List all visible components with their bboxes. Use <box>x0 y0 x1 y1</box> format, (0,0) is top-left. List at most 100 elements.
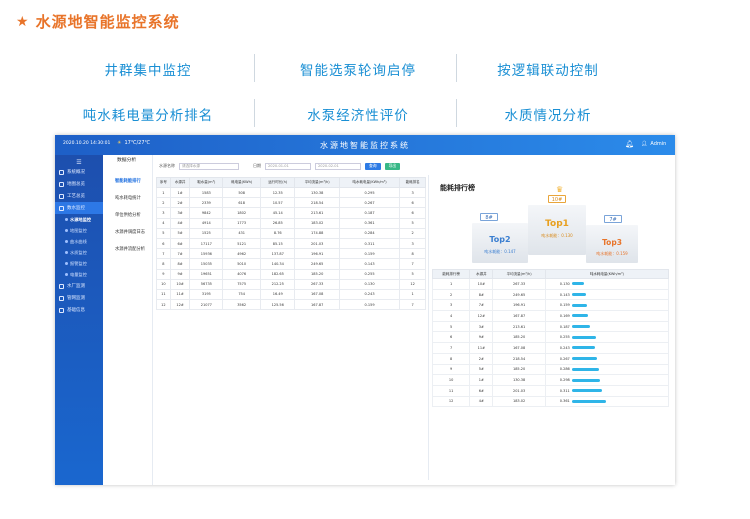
table-row[interactable]: 4 4# 4914 1773 26.85 183.02 0.361 5 <box>156 217 426 229</box>
table-cell: 3195 <box>189 288 224 301</box>
table-cell: 183.02 <box>492 395 546 408</box>
table-cell: 3# <box>469 320 494 333</box>
nav-unit-supply[interactable]: 单位供给分析 <box>103 207 152 224</box>
top3-metric: 吨水耗能：0.159 <box>596 251 628 256</box>
sidebar-sub-curve[interactable]: 曲水曲线 <box>55 236 103 247</box>
date-from-input[interactable]: 2020-01-01 <box>265 162 311 170</box>
tab-data-analysis[interactable]: 数据分析 <box>103 155 152 167</box>
cell-value: 0.255 <box>559 335 570 340</box>
bell-icon[interactable]: 🔔︎ <box>625 140 634 148</box>
table-cell: 12 <box>399 278 426 290</box>
table-cell: 218.54 <box>492 352 546 365</box>
menu-toggle-icon[interactable]: ☰ <box>55 155 103 166</box>
table-cell: 3# <box>169 207 191 219</box>
table-row[interactable]: 11 11# 3195 754 16.49 167.08 0.243 1 <box>156 288 426 301</box>
nav-dispatch-log[interactable]: 水源井调度日志 <box>103 224 152 241</box>
sidebar-item-network[interactable]: 管网监测 <box>55 292 103 304</box>
column-header: 平均流量(m³/h) <box>492 269 546 279</box>
table-cell: 7# <box>469 299 494 312</box>
export-button[interactable]: 导出 <box>384 162 401 170</box>
table-cell: 0.311 <box>338 237 401 250</box>
top1-podium <box>528 205 586 255</box>
nav-flow-analysis[interactable]: 水源井流配分析 <box>103 241 152 258</box>
table-row[interactable]: 3 7# 196.91 0.159 <box>431 299 670 312</box>
table-row[interactable]: 10 10# 56735 7575 212.25 267.33 0.130 12 <box>156 278 426 290</box>
energy-bar <box>571 303 587 307</box>
table-cell: 56735 <box>189 278 224 290</box>
sidebar-sub-map[interactable]: 地图监控 <box>55 225 103 236</box>
table-row[interactable]: 11 6# 201.03 0.311 <box>431 384 670 397</box>
table-cell: 0.267 <box>544 352 670 365</box>
source-select[interactable]: 请选择水源 <box>179 162 239 170</box>
table-cell: 12# <box>469 310 494 322</box>
table-cell: 7 <box>431 342 471 354</box>
nav-power-stats[interactable]: 吨水耗电统计 <box>103 190 152 207</box>
table-row[interactable]: 4 12# 167.87 0.169 <box>431 310 670 322</box>
table-cell: 7575 <box>222 278 262 290</box>
nav-energy-ranking[interactable]: 智能耗能排行 <box>103 173 152 190</box>
table-cell: 5 <box>156 227 171 239</box>
table-row[interactable]: 2 2# 2339 618 10.57 218.54 0.267 6 <box>156 197 426 209</box>
table-cell: 6 <box>156 237 171 250</box>
search-button[interactable]: 查询 <box>365 162 381 170</box>
table-cell: 10# <box>169 278 191 290</box>
table-row[interactable]: 1 10# 267.33 0.130 <box>431 278 670 290</box>
table-cell: 0.311 <box>544 384 670 397</box>
table-cell: 10.57 <box>260 197 296 209</box>
table-cell: 4# <box>169 217 191 229</box>
sidebar-sub-quality[interactable]: 水质监控 <box>55 247 103 258</box>
table-row[interactable]: 1 1# 1583 508 12.35 130.38 0.295 3 <box>156 186 426 199</box>
table-cell: 125.56 <box>260 299 296 311</box>
table-cell: 0.243 <box>544 342 670 354</box>
column-header: 能耗排行榜 <box>431 269 471 279</box>
table-cell: 167.08 <box>492 342 546 354</box>
sidebar-sub-source[interactable]: 水源地监控 <box>55 214 103 225</box>
table-row[interactable]: 12 4# 183.02 0.361 <box>431 395 670 408</box>
table-row[interactable]: 12 12# 21077 3562 125.56 167.87 0.159 7 <box>156 299 426 311</box>
energy-bar <box>571 389 602 393</box>
sidebar-sub-power[interactable]: 电量监控 <box>55 269 103 280</box>
table-row[interactable]: 3 3# 9842 1802 45.14 213.61 0.187 6 <box>156 207 426 219</box>
table-cell: 212.25 <box>260 278 296 290</box>
cell-value: 0.286 <box>559 367 570 372</box>
table-row[interactable]: 5 3# 213.61 0.187 <box>431 320 670 333</box>
table-row[interactable]: 7 7# 15936 4962 137.87 196.91 0.159 8 <box>156 248 426 260</box>
sidebar-item-plant[interactable]: 水厂监测 <box>55 280 103 292</box>
sidebar-sub-alarm[interactable]: 报警监控 <box>55 258 103 269</box>
sidebar-item-process[interactable]: 工艺总览 <box>55 190 103 202</box>
column-header: 吨水耗电量(KWh/m³) <box>338 177 401 188</box>
cell-value: 167.87 <box>512 313 526 318</box>
energy-ranking-podium: 能耗排行榜 ♛ 10# Top1 吨水耗能：0.130 8# Top2 吨水耗能… <box>436 179 666 269</box>
table-cell: 7 <box>156 248 171 260</box>
table-cell: 8 <box>431 352 471 365</box>
table-row[interactable]: 10 1# 130.38 0.298 <box>431 374 670 386</box>
monitor-icon <box>59 205 64 211</box>
table-row[interactable]: 6 6# 17117 5121 85.15 201.03 0.311 3 <box>156 237 426 250</box>
sidebar-item-monitor[interactable]: 数水监控 <box>55 202 103 214</box>
table-cell: 1583 <box>189 186 224 199</box>
user-menu[interactable]: 👤︎ Admin <box>641 141 666 147</box>
feature-5: 水质情况分析 <box>504 108 592 124</box>
table-row[interactable]: 6 9# 185.20 0.255 <box>431 331 670 344</box>
sidebar-item-map[interactable]: 地图总览 <box>55 178 103 190</box>
table-cell: 196.91 <box>492 299 546 312</box>
table-row[interactable]: 9 5# 185.20 0.286 <box>431 363 670 376</box>
ranking-title: 能耗排行榜 <box>440 184 475 192</box>
table-row[interactable]: 8 8# 15035 5010 140.34 249.65 0.143 7 <box>156 258 426 270</box>
sidebar-item-info[interactable]: 基础信息 <box>55 304 103 316</box>
table-row[interactable]: 9 9# 19651 4076 182.65 185.20 0.255 5 <box>156 268 426 280</box>
table-row[interactable]: 7 11# 167.08 0.243 <box>431 342 670 354</box>
table-cell: 6# <box>169 237 191 250</box>
sidebar-item-overview[interactable]: 系统概况 <box>55 166 103 178</box>
cell-value: 2# <box>478 356 484 361</box>
cell-value: 0.311 <box>559 388 570 393</box>
date-to-input[interactable]: 2020-02-01 <box>315 162 361 170</box>
table-row[interactable]: 2 8# 249.65 0.143 <box>431 288 670 301</box>
energy-bar <box>571 357 597 361</box>
table-row[interactable]: 5 5# 1525 431 8.76 174.88 0.284 2 <box>156 227 426 239</box>
table-row[interactable]: 8 2# 218.54 0.267 <box>431 352 670 365</box>
table-cell: 8 <box>156 258 171 270</box>
table-cell: 2# <box>469 352 494 365</box>
table-cell: 1 <box>399 288 426 301</box>
table-cell: 3 <box>399 237 426 250</box>
